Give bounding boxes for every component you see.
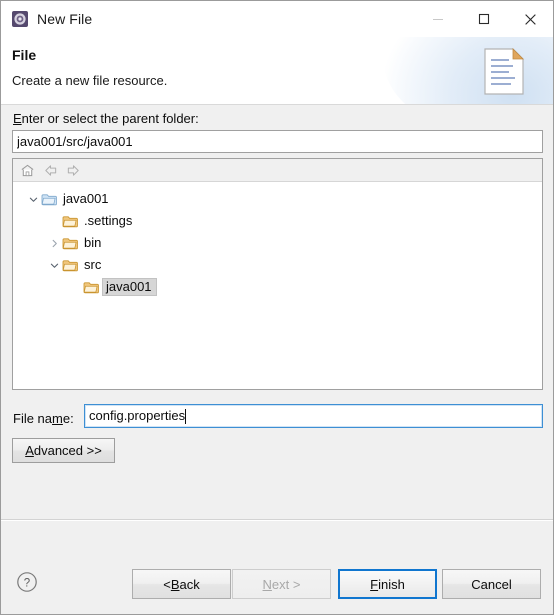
page-description: Create a new file resource. (12, 73, 168, 88)
tree-item-label: java001 (63, 191, 109, 206)
tree-item-src[interactable]: src (13, 254, 542, 276)
project-folder-icon (41, 191, 59, 207)
eclipse-wizard-icon (11, 10, 29, 28)
advanced-button[interactable]: Advanced >> (12, 438, 115, 463)
svg-text:?: ? (24, 577, 30, 589)
advanced-mnemonic: A (25, 443, 34, 458)
dialog-body: Enter or select the parent folder: java0… (1, 105, 553, 555)
forward-arrow-icon[interactable] (64, 161, 82, 179)
finish-mnemonic: F (370, 576, 379, 592)
finish-suffix: inish (378, 576, 405, 592)
folder-tree[interactable]: java001 .settings bin src java001 (13, 182, 542, 389)
minimize-icon[interactable] (415, 1, 461, 37)
folder-icon (83, 279, 101, 295)
parent-folder-label: Enter or select the parent folder: (13, 111, 199, 126)
help-icon[interactable]: ? (16, 571, 38, 593)
back-mnemonic: B (170, 576, 180, 592)
button-bar-separator (1, 519, 553, 521)
file-name-value: config.properties (89, 408, 186, 423)
home-folder-icon[interactable] (18, 161, 36, 179)
tree-item-label: src (84, 257, 102, 272)
button-bar: ? < Back Next > Finish Cancel (1, 555, 553, 614)
tree-item-bin[interactable]: bin (13, 232, 542, 254)
folder-icon (62, 213, 80, 229)
advanced-label: dvanced >> (33, 443, 102, 458)
file-name-label-prefix: File na (13, 411, 53, 426)
parent-folder-mnemonic: E (13, 111, 22, 126)
chevron-down-icon[interactable] (25, 191, 41, 207)
back-button[interactable]: < Back (132, 569, 231, 599)
window-title: New File (37, 11, 93, 27)
window-controls (415, 1, 553, 37)
tree-item-label: .settings (84, 213, 133, 228)
maximize-icon[interactable] (461, 1, 507, 37)
next-suffix: ext > (271, 576, 301, 592)
back-suffix: ack (179, 576, 200, 592)
back-arrow-icon[interactable] (41, 161, 59, 179)
chevron-none-icon (46, 213, 62, 229)
tree-item-label: bin (84, 235, 102, 250)
new-file-dialog: New File File Create a new file resource… (0, 0, 554, 615)
file-name-input[interactable]: config.properties (84, 404, 543, 428)
chevron-right-icon[interactable] (46, 235, 62, 251)
finish-button[interactable]: Finish (338, 569, 437, 599)
parent-folder-label-text: nter or select the parent folder: (21, 111, 199, 126)
cancel-label: Cancel (471, 576, 512, 592)
wizard-header: File Create a new file resource. (1, 37, 553, 105)
folder-icon (62, 235, 80, 251)
cancel-button[interactable]: Cancel (442, 569, 541, 599)
parent-folder-input[interactable] (12, 130, 543, 153)
file-name-label-suffix: e: (62, 411, 74, 426)
folder-icon (62, 257, 80, 273)
tree-item-dot-settings[interactable]: .settings (13, 210, 542, 232)
next-button[interactable]: Next > (232, 569, 331, 599)
page-title: File (12, 47, 37, 63)
close-icon[interactable] (507, 1, 553, 37)
folder-tree-panel: java001 .settings bin src java001 (12, 158, 543, 390)
tree-item-label: java001 (102, 278, 157, 296)
new-file-document-icon (482, 47, 528, 97)
chevron-down-icon[interactable] (46, 257, 62, 273)
tree-item-java001[interactable]: java001 (13, 188, 542, 210)
tree-item-java001[interactable]: java001 (13, 276, 542, 298)
tree-toolbar (13, 159, 542, 182)
chevron-none-icon (67, 279, 83, 295)
file-name-label: File name: (13, 411, 74, 426)
text-caret (185, 408, 187, 424)
title-bar: New File (1, 1, 553, 37)
next-mnemonic: N (262, 576, 272, 592)
back-prefix: < (163, 576, 171, 592)
file-name-mnemonic: m (52, 411, 63, 426)
